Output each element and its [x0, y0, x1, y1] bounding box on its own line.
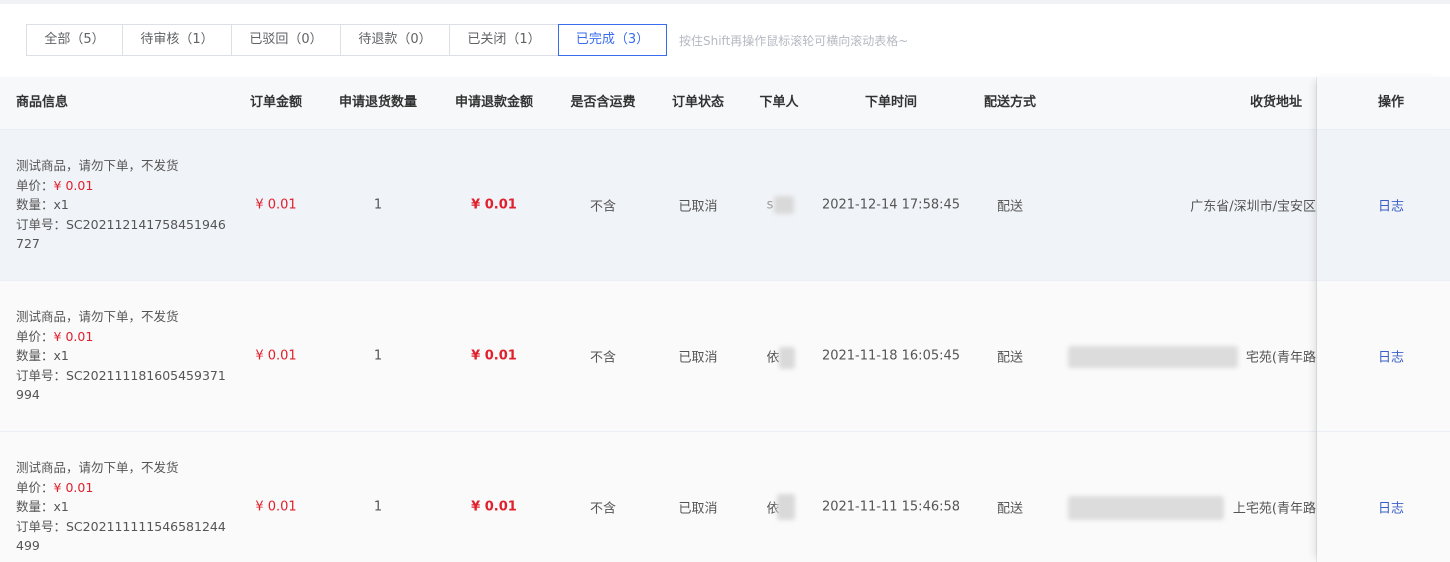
goods-info: 测试商品，请勿下单，不发货 单价：¥ 0.01 数量：x1 订单号：SC2021… — [16, 156, 226, 254]
goods-quantity: 数量：x1 — [16, 499, 69, 514]
status-filter-tabs: 全部（5） 待审核（1） 已驳回（0） 待退款（0） 已关闭（1） 已完成（3） — [26, 24, 667, 56]
goods-info: 测试商品，请勿下单，不发货 单价：¥ 0.01 数量：x1 订单号：SC2021… — [16, 458, 226, 556]
goods-name: 测试商品，请勿下单，不发货 — [16, 158, 179, 173]
col-buyer: 下单人 — [759, 95, 799, 110]
goods-name: 测试商品，请勿下单，不发货 — [16, 460, 179, 475]
refund-amount: ¥ 0.01 — [471, 348, 517, 364]
tab-all[interactable]: 全部（5） — [26, 24, 123, 56]
goods-price: 单价：¥ 0.01 — [16, 177, 94, 193]
shipping-address: 广东省/深圳市/宝安区 — [1190, 199, 1316, 215]
return-qty: 1 — [373, 197, 383, 213]
order-status: 已取消 — [678, 199, 718, 215]
shipping-address: 上宅苑(青年路 — [1232, 501, 1316, 517]
log-link[interactable]: 日志 — [1378, 196, 1404, 215]
col-delivery: 配送方式 — [983, 95, 1037, 110]
return-qty: 1 — [373, 348, 383, 364]
order-table: 商品信息 订单金额 申请退货数量 申请退款金额 是否含运费 订单状态 下单人 下… — [0, 77, 1450, 562]
order-time: 2021-11-11 15:46:58 — [821, 499, 961, 515]
goods-name: 测试商品，请勿下单，不发货 — [16, 309, 179, 324]
col-address: 收货地址 — [1249, 95, 1303, 110]
order-number: 订单号：SC202111111546581244 — [16, 518, 226, 534]
fixed-column-divider — [1316, 77, 1317, 562]
buyer-redacted — [777, 494, 795, 520]
log-link[interactable]: 日志 — [1378, 498, 1404, 517]
table-header: 商品信息 订单金额 申请退货数量 申请退款金额 是否含运费 订单状态 下单人 下… — [0, 77, 1450, 130]
address-redacted — [1068, 346, 1238, 368]
order-amount: ¥ 0.01 — [255, 348, 297, 364]
tab-rejected[interactable]: 已驳回（0） — [231, 24, 341, 56]
return-qty: 1 — [373, 499, 383, 515]
order-status: 已取消 — [678, 350, 718, 366]
buyer-redacted — [774, 196, 794, 214]
buyer-redacted — [779, 347, 795, 369]
table-row[interactable]: 测试商品，请勿下单，不发货 单价：¥ 0.01 数量：x1 订单号：SC2021… — [0, 432, 1450, 562]
delivery-method: 配送 — [996, 350, 1024, 366]
order-number-tail: 499 — [16, 538, 40, 553]
delivery-method: 配送 — [996, 501, 1024, 517]
log-link[interactable]: 日志 — [1378, 347, 1404, 366]
order-number: 订单号：SC202112141758451946 — [16, 216, 226, 232]
tab-pending-refund[interactable]: 待退款（0） — [340, 24, 450, 56]
table-row[interactable]: 测试商品，请勿下单，不发货 单价：¥ 0.01 数量：x1 订单号：SC2021… — [0, 130, 1450, 281]
top-strip — [0, 0, 1450, 4]
scroll-hint: 按住Shift再操作鼠标滚轮可横向滚动表格~ — [679, 34, 909, 48]
goods-quantity: 数量：x1 — [16, 348, 69, 363]
goods-price: 单价：¥ 0.01 — [16, 328, 94, 344]
order-status: 已取消 — [678, 501, 718, 517]
refund-amount: ¥ 0.01 — [471, 499, 517, 515]
col-order-amount: 订单金额 — [249, 95, 303, 110]
goods-price: 单价：¥ 0.01 — [16, 479, 94, 495]
order-number: 订单号：SC202111181605459371 — [16, 367, 226, 383]
order-number-tail: 727 — [16, 236, 40, 251]
order-number-tail: 994 — [16, 387, 40, 402]
tab-closed[interactable]: 已关闭（1） — [449, 24, 559, 56]
col-refund-amount: 申请退款金额 — [454, 95, 534, 110]
col-return-qty: 申请退货数量 — [338, 95, 418, 110]
col-goods-info: 商品信息 — [16, 95, 69, 110]
tab-pending-review[interactable]: 待审核（1） — [122, 24, 232, 56]
col-order-time: 下单时间 — [864, 95, 918, 110]
goods-quantity: 数量：x1 — [16, 197, 69, 212]
refund-amount: ¥ 0.01 — [471, 197, 517, 213]
order-amount: ¥ 0.01 — [255, 197, 297, 213]
buyer-name: 依 — [766, 350, 780, 366]
goods-info: 测试商品，请勿下单，不发货 单价：¥ 0.01 数量：x1 订单号：SC2021… — [16, 307, 226, 405]
shipping-included: 不含 — [589, 199, 617, 215]
shipping-included: 不含 — [589, 350, 617, 366]
order-time: 2021-12-14 17:58:45 — [821, 197, 961, 213]
col-order-status: 订单状态 — [671, 95, 725, 110]
delivery-method: 配送 — [996, 199, 1024, 215]
col-shipping-included: 是否含运费 — [570, 95, 636, 110]
address-redacted — [1068, 496, 1224, 520]
table-row[interactable]: 测试商品，请勿下单，不发货 单价：¥ 0.01 数量：x1 订单号：SC2021… — [0, 281, 1450, 432]
buyer-name: s — [766, 197, 774, 213]
shipping-address: 宅苑(青年路 — [1245, 350, 1316, 366]
col-action: 操作 — [1377, 95, 1405, 110]
order-amount: ¥ 0.01 — [255, 499, 297, 515]
shipping-included: 不含 — [589, 501, 617, 517]
order-time: 2021-11-18 16:05:45 — [821, 348, 961, 364]
tab-completed[interactable]: 已完成（3） — [558, 24, 667, 56]
